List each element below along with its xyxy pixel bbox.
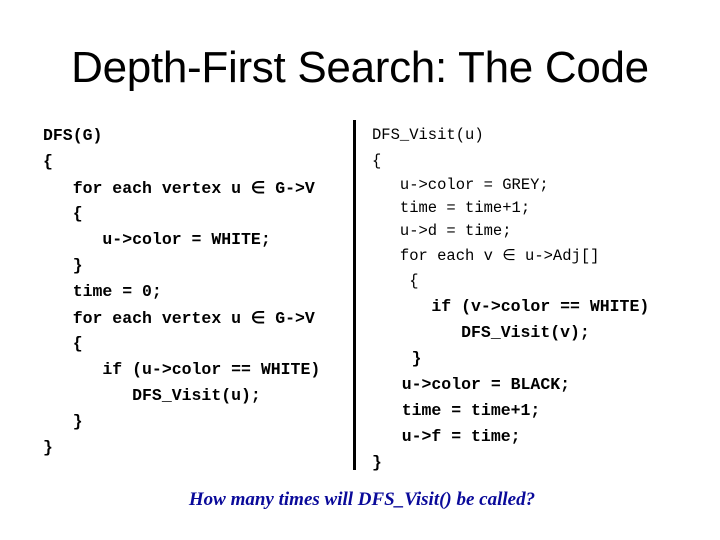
code-line: for each vertex u ∈ G->V	[43, 179, 315, 198]
code-line: {	[43, 334, 83, 353]
code-line: u->f = time;	[372, 427, 521, 446]
code-line: }	[372, 349, 422, 368]
code-line: {	[43, 152, 53, 171]
code-line: }	[43, 256, 83, 275]
code-line: DFS(G)	[43, 126, 103, 145]
code-line: time = time+1;	[372, 401, 541, 420]
code-line: DFS_Visit(u);	[43, 386, 261, 405]
dfs-code-block: DFS(G) { for each vertex u ∈ G->V { u->c…	[43, 126, 320, 457]
code-line: if (u->color == WHITE)	[43, 360, 321, 379]
code-line: for each v ∈ u->Adj[]	[372, 247, 600, 265]
code-line: time = time+1;	[372, 199, 531, 217]
code-line: }	[372, 453, 382, 472]
code-line: u->color = BLACK;	[372, 375, 571, 394]
code-line: DFS_Visit(v);	[372, 323, 590, 342]
dfs-visit-code-block: DFS_Visit(u) { u->color = GREY; time = t…	[372, 126, 649, 472]
code-line: for each vertex u ∈ G->V	[43, 309, 315, 328]
code-line: u->d = time;	[372, 222, 512, 240]
code-line: {	[372, 152, 382, 170]
code-line: u->color = WHITE;	[43, 230, 271, 249]
code-line: }	[43, 438, 53, 457]
code-line: DFS_Visit(u)	[372, 126, 484, 144]
question-text: How many times will DFS_Visit() be calle…	[188, 489, 536, 510]
slide-title: Depth-First Search: The Code	[71, 43, 649, 92]
code-line: time = 0;	[43, 282, 162, 301]
code-line: if (v->color == WHITE)	[372, 297, 650, 316]
code-line: u->color = GREY;	[372, 176, 549, 194]
column-divider	[353, 120, 356, 470]
code-line: {	[43, 204, 83, 223]
code-line: {	[372, 272, 419, 290]
code-line: }	[43, 412, 83, 431]
